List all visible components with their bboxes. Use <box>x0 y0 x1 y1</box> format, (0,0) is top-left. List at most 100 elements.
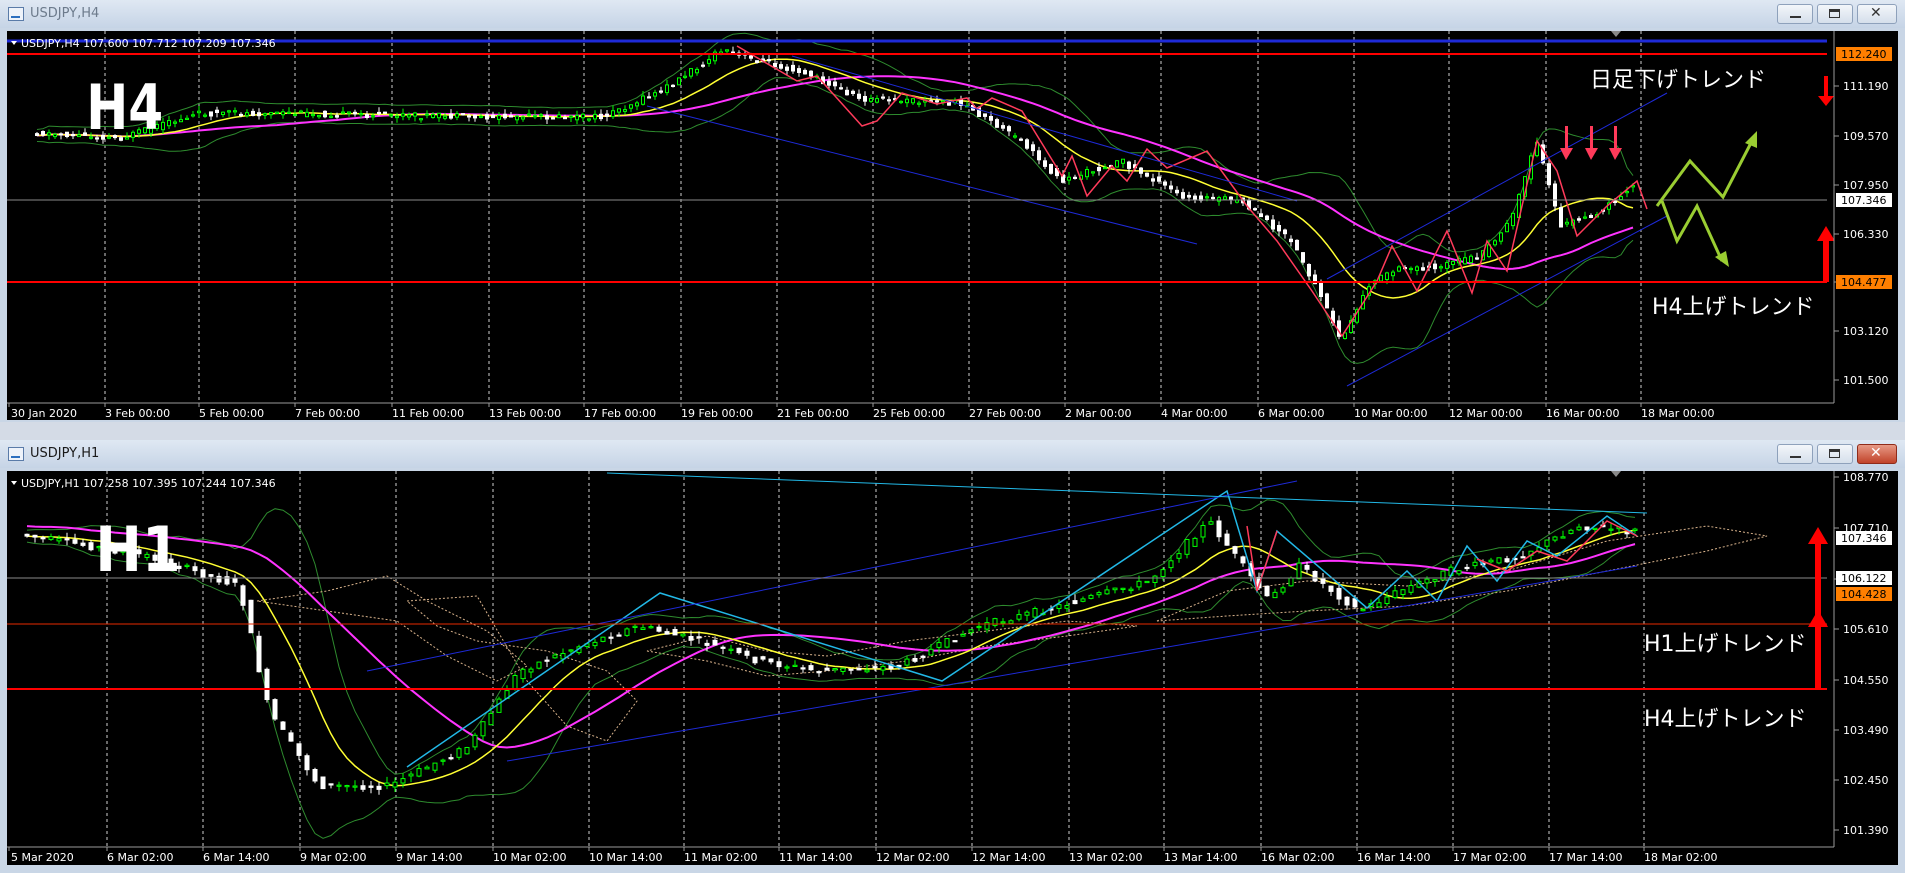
candle-body <box>1385 272 1389 280</box>
candle-body <box>1421 267 1425 271</box>
candle-body <box>1120 587 1126 591</box>
minimize-button[interactable] <box>1777 444 1813 464</box>
candle-body <box>1475 257 1479 260</box>
candle-body <box>1253 208 1257 211</box>
candle-body <box>1277 225 1281 232</box>
candle-body <box>887 99 891 102</box>
price-chart[interactable]: 5 Mar 2020 6 Mar 02:00 6 Mar 14:00 9 Mar 02… <box>7 471 1898 865</box>
candle-body <box>1619 196 1623 201</box>
chart-window-h4[interactable]: USDJPY,H4 ✕ 30 Jan 2020 3 Feb 00:00 5 Fe… <box>0 0 1905 422</box>
candle-body <box>1019 138 1023 141</box>
candle-body <box>448 757 454 760</box>
candle-body <box>1493 240 1497 246</box>
candle-body <box>1319 281 1323 297</box>
candle-body <box>288 732 294 742</box>
candle-body <box>1505 222 1509 233</box>
candle-body <box>240 585 246 606</box>
window-titlebar[interactable]: USDJPY,H4 <box>0 0 1905 28</box>
candle-body <box>512 675 518 690</box>
trend-line[interactable] <box>791 55 1298 202</box>
chart-canvas[interactable]: 5 Mar 2020 6 Mar 02:00 6 Mar 14:00 9 Mar 02… <box>7 471 1898 865</box>
time-axis-label: 12 Mar 00:00 <box>1449 407 1522 420</box>
moving-average-long <box>26 525 1636 749</box>
candle-body <box>1392 590 1398 599</box>
candle-body <box>1259 213 1263 218</box>
price-chart[interactable]: 30 Jan 2020 3 Feb 00:00 5 Feb 00:00 7 Feb 0… <box>7 31 1898 420</box>
candle-body <box>1456 570 1462 575</box>
trend-line[interactable] <box>646 105 1198 245</box>
candle-body <box>1163 181 1167 186</box>
candle-body <box>827 80 831 86</box>
candle-body <box>656 626 662 632</box>
trend-zigzag-line[interactable] <box>1476 520 1638 572</box>
window-titlebar[interactable]: USDJPY,H1 <box>0 440 1905 468</box>
candle-body <box>623 109 627 112</box>
candle-body <box>569 115 573 118</box>
candle-body <box>563 117 567 120</box>
candle-body <box>296 743 302 756</box>
close-button[interactable] <box>1857 4 1897 24</box>
candle-body <box>581 113 585 119</box>
chart-shift-icon[interactable] <box>1611 471 1621 477</box>
candle-body <box>1397 266 1401 272</box>
price-tag-label: 104.477 <box>1841 276 1887 289</box>
candle-body <box>776 661 782 668</box>
collapse-icon[interactable] <box>11 481 17 485</box>
candle-body <box>272 699 278 720</box>
maximize-button[interactable] <box>1817 4 1853 24</box>
time-axis-label: 2 Mar 00:00 <box>1065 407 1131 420</box>
maximize-button[interactable] <box>1817 444 1853 464</box>
candle-body <box>695 68 699 74</box>
candle-body <box>1205 196 1209 199</box>
candle-body <box>1289 238 1293 243</box>
channel-upper-line[interactable] <box>1326 92 1668 280</box>
candle-body <box>1211 196 1215 200</box>
resistance-trend-line[interactable] <box>606 472 1648 514</box>
candle-body <box>1301 252 1305 263</box>
candle-body <box>1139 167 1143 174</box>
candle-body <box>377 111 381 115</box>
candle-body <box>848 668 854 671</box>
time-axis-label: 9 Mar 14:00 <box>396 851 462 864</box>
candle-body <box>528 668 534 673</box>
trend-zigzag-line[interactable] <box>736 45 1648 338</box>
candle-body <box>395 115 399 119</box>
candle-body <box>1288 577 1294 587</box>
candle-body <box>1577 218 1581 221</box>
candle-body <box>1464 566 1470 570</box>
chart-window-h1[interactable]: USDJPY,H1 5 Mar 2020 6 Mar 02:00 6 Mar 14:… <box>0 440 1905 873</box>
candle-body <box>401 113 405 117</box>
candle-body <box>608 636 614 639</box>
candle-body <box>1463 257 1467 265</box>
candle-body <box>503 113 507 119</box>
price-axis-label: 103.120 <box>1843 325 1889 338</box>
candle-body <box>215 109 219 113</box>
candle-body <box>317 114 321 118</box>
candle-body <box>696 636 702 639</box>
candle-body <box>672 629 678 636</box>
candle-body <box>245 112 249 117</box>
candle-body <box>344 785 350 788</box>
candle-body <box>1409 267 1413 271</box>
candle-body <box>416 768 422 777</box>
close-button[interactable] <box>1857 444 1897 464</box>
minimize-button[interactable] <box>1777 4 1813 24</box>
time-axis-label: 13 Mar 02:00 <box>1069 851 1142 864</box>
candle-body <box>545 115 549 120</box>
time-axis-label: 18 Mar 02:00 <box>1644 851 1717 864</box>
chart-shift-icon[interactable] <box>1611 31 1621 37</box>
time-axis-label: 5 Mar 2020 <box>11 851 74 864</box>
candle-body <box>599 113 603 120</box>
price-axis-label: 108.770 <box>1843 471 1889 484</box>
candle-body <box>912 658 918 662</box>
candle-body <box>665 84 669 94</box>
time-axis-label: 4 Mar 00:00 <box>1161 407 1227 420</box>
scenario-up-arrow <box>1655 140 1754 207</box>
candle-body <box>1613 200 1617 204</box>
candle-body <box>704 642 710 646</box>
collapse-icon[interactable] <box>11 41 17 45</box>
candle-body <box>1296 562 1302 580</box>
candle-body <box>779 64 783 69</box>
chart-canvas[interactable]: 30 Jan 2020 3 Feb 00:00 5 Feb 00:00 7 Feb 0… <box>7 31 1898 420</box>
candle-body <box>1304 564 1310 570</box>
